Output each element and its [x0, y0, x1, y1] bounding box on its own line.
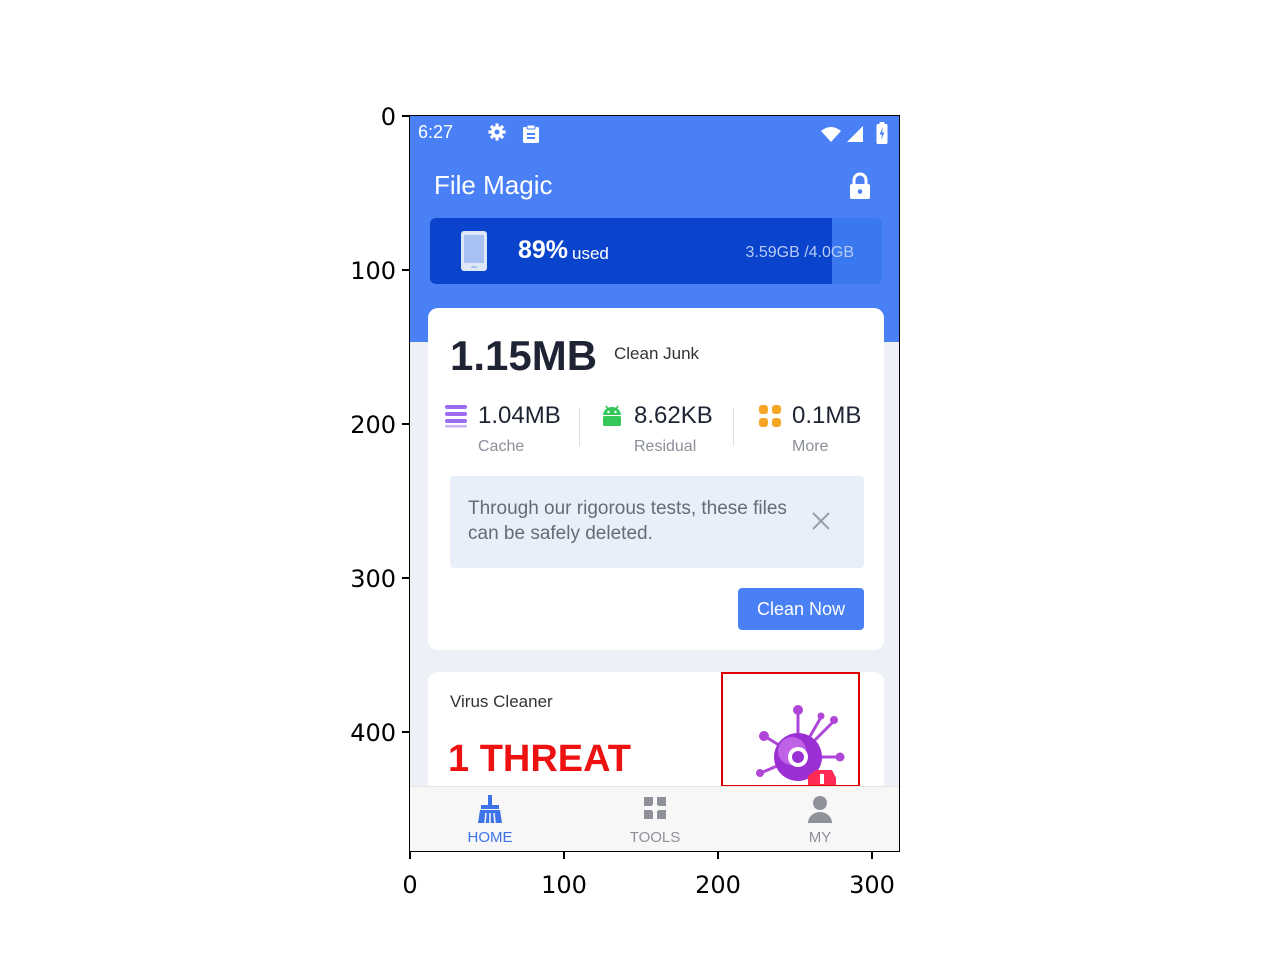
apps-icon [759, 405, 781, 427]
stat-label: More [792, 438, 829, 455]
stat-residual: 8.62KB Residual [600, 402, 750, 462]
y-tick-label: 0 [380, 103, 396, 131]
tip-banner: Through our rigorous tests, these files … [450, 476, 864, 568]
stack-icon [445, 405, 467, 428]
x-tick [871, 852, 873, 859]
y-tick-label: 400 [350, 719, 396, 747]
nav-label: HOME [467, 829, 513, 846]
highlight-box [721, 672, 860, 787]
user-icon [808, 796, 832, 823]
signal-icon [847, 126, 863, 142]
stat-value: 0.1MB [792, 402, 862, 429]
stat-divider [579, 408, 580, 446]
y-tick-label: 200 [350, 411, 396, 439]
nav-my[interactable]: MY [760, 795, 880, 851]
x-tick-label: 100 [541, 871, 587, 899]
tip-text: Through our rigorous tests, these files … [468, 498, 787, 544]
storage-bar[interactable]: 89% used 3.59GB /4.0GB [430, 218, 882, 284]
threat-count: 1 THREAT [448, 738, 631, 780]
storage-used-label: used [572, 244, 609, 263]
stat-more: 0.1MB More [758, 402, 899, 462]
broom-icon [478, 795, 502, 823]
app-title: File Magic [434, 170, 553, 200]
junk-size: 1.15MB [450, 332, 598, 379]
clean-junk-card[interactable]: 1.15MB Clean Junk 1.04MB Cache 8.62KB Re… [428, 308, 884, 650]
x-tick-label: 300 [849, 871, 895, 899]
close-icon[interactable] [812, 512, 830, 530]
y-tick [402, 423, 409, 425]
stat-value: 1.04MB [478, 402, 561, 429]
stat-value: 8.62KB [634, 402, 713, 429]
x-tick [563, 852, 565, 859]
nav-home[interactable]: HOME [430, 795, 550, 851]
x-tick-label: 200 [695, 871, 741, 899]
y-tick [402, 115, 409, 117]
wifi-icon [821, 127, 841, 142]
x-tick-label: 0 [402, 871, 418, 899]
nav-label: TOOLS [629, 829, 681, 846]
storage-percent: 89% [518, 236, 569, 264]
battery-icon [876, 122, 888, 144]
gear-icon [488, 123, 506, 141]
android-icon [603, 405, 621, 426]
lock-icon[interactable] [849, 172, 871, 200]
clean-now-button[interactable]: Clean Now [738, 588, 864, 630]
y-tick [402, 731, 409, 733]
app-screen: 6:27 File Magic 89% used 3.59GB /4.0GB 1… [410, 116, 899, 851]
y-tick-label: 100 [350, 257, 396, 285]
x-tick [717, 852, 719, 859]
nav-tools[interactable]: TOOLS [595, 795, 715, 851]
status-bar: 6:27 [418, 120, 894, 146]
bottom-nav: HOME TOOLS MY [410, 786, 899, 851]
clipboard-icon [523, 124, 539, 143]
y-tick-label: 300 [350, 565, 396, 593]
phone-icon [461, 231, 487, 271]
nav-label: MY [808, 829, 832, 846]
stat-label: Residual [634, 438, 697, 455]
clean-junk-label: Clean Junk [614, 344, 700, 363]
y-tick [402, 269, 409, 271]
storage-size: 3.59GB /4.0GB [745, 244, 854, 261]
virus-cleaner-title: Virus Cleaner [450, 692, 553, 711]
y-tick [402, 577, 409, 579]
stat-cache: 1.04MB Cache [444, 402, 594, 462]
x-tick [409, 852, 411, 859]
screenshot-frame: 6:27 File Magic 89% used 3.59GB /4.0GB 1… [409, 115, 900, 852]
status-time: 6:27 [418, 122, 454, 142]
stat-label: Cache [478, 438, 525, 455]
stat-divider [733, 408, 734, 446]
tools-icon [644, 797, 666, 819]
